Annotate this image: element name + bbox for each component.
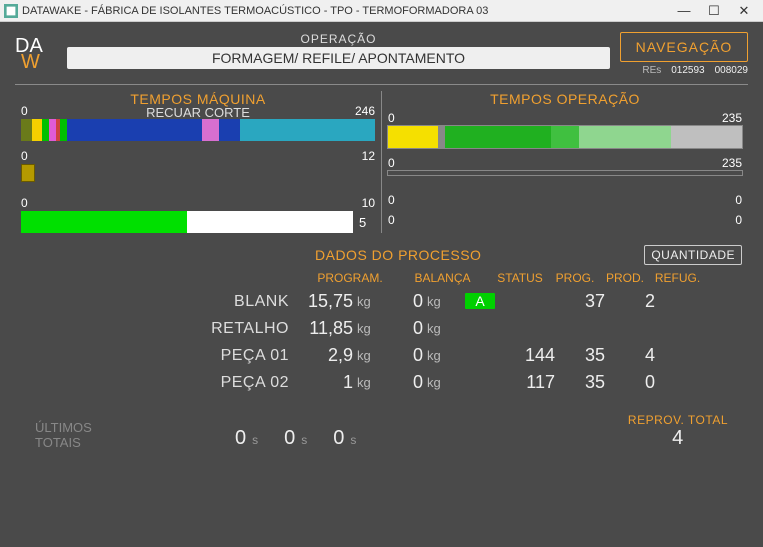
machine-bar-1 — [21, 119, 375, 141]
row-label: PEÇA 01 — [35, 347, 305, 365]
timer-3: 0 — [333, 427, 344, 450]
bar2-max: 12 — [362, 149, 375, 163]
process-columns: PROGRAM. BALANÇA STATUS PROG. PROD. REFU… — [35, 271, 748, 285]
row-program: 15,75 — [305, 291, 353, 312]
maximize-button[interactable]: ☐ — [699, 3, 729, 19]
app-root: DA W OPERAÇÃO FORMAGEM/ REFILE/ APONTAME… — [0, 22, 763, 547]
process-data: DADOS DO PROCESSO QUANTIDADE PROGRAM. BA… — [15, 245, 748, 393]
close-button[interactable]: ✕ — [729, 3, 759, 19]
footer-timers: 0 s 0 s 0 s — [235, 427, 628, 450]
minimize-button[interactable]: — — [669, 3, 699, 18]
op-bar1-min: 0 — [388, 111, 395, 125]
op-bar1-max: 235 — [722, 111, 742, 125]
row-program: 2,9 — [305, 345, 353, 366]
row-balance: 0 — [383, 372, 423, 393]
timer-2: 0 — [284, 427, 295, 450]
row-prod: 35 — [555, 372, 605, 393]
row-program: 11,85 — [305, 318, 353, 339]
process-row: RETALHO11,85kg0kg — [35, 318, 748, 339]
bar1-min: 0 — [21, 104, 28, 118]
op-s1-r: 0 — [735, 193, 742, 207]
bar3-max: 10 — [362, 196, 375, 210]
row-label: RETALHO — [35, 320, 305, 338]
op-bar2-max: 235 — [722, 156, 742, 170]
op-s2-l: 0 — [388, 213, 395, 227]
res-value-2: 008029 — [715, 65, 748, 76]
machine-bar-3: 5 — [21, 211, 375, 233]
row-refug: 4 — [605, 345, 655, 366]
operation-times-title: TEMPOS OPERAÇÃO — [388, 91, 742, 107]
operation-times-panel: TEMPOS OPERAÇÃO 0 235 0 235 0 0 — [382, 91, 748, 233]
process-row: BLANK15,75kg0kgA372 — [35, 291, 748, 312]
col-prog: PROG. — [550, 271, 600, 285]
machine-times-panel: TEMPOS MÁQUINA RECUAR CORTE 0 246 0 — [15, 91, 382, 233]
unit-kg: kg — [423, 294, 455, 309]
col-program: PROGRAM. — [305, 271, 395, 285]
row-balance: 0 — [383, 291, 423, 312]
row-refug: 2 — [605, 291, 655, 312]
unit-kg: kg — [353, 294, 383, 309]
res-value-1: 012593 — [671, 65, 704, 76]
unit-kg: kg — [423, 348, 455, 363]
row-status: A — [455, 293, 505, 311]
row-prog: 117 — [505, 372, 555, 393]
app-icon — [4, 4, 18, 18]
row-prog: 144 — [505, 345, 555, 366]
col-status: STATUS — [490, 271, 550, 285]
unit-kg: kg — [423, 321, 455, 336]
process-row: PEÇA 021kg0kg117350 — [35, 372, 748, 393]
bar3-min: 0 — [21, 196, 28, 210]
unit-kg: kg — [353, 375, 383, 390]
row-label: BLANK — [35, 293, 305, 311]
window-title: DATAWAKE - FÁBRICA DE ISOLANTES TERMOACÚ… — [22, 5, 669, 17]
footer-left-label: ÚLTIMOS TOTAIS — [35, 421, 235, 450]
op-bar2-min: 0 — [388, 156, 395, 170]
row-balance: 0 — [383, 345, 423, 366]
bar2-min: 0 — [21, 149, 28, 163]
timer-1: 0 — [235, 427, 246, 450]
quantity-button[interactable]: QUANTIDADE — [644, 245, 742, 265]
op-s2-r: 0 — [735, 213, 742, 227]
col-balanca: BALANÇA — [395, 271, 490, 285]
row-refug: 0 — [605, 372, 655, 393]
logo: DA W — [15, 32, 57, 72]
row-program: 1 — [305, 372, 353, 393]
process-row: PEÇA 012,9kg0kg144354 — [35, 345, 748, 366]
operation-field[interactable]: FORMAGEM/ REFILE/ APONTAMENTO — [67, 47, 610, 69]
charts: TEMPOS MÁQUINA RECUAR CORTE 0 246 0 — [15, 91, 748, 233]
res-indicator: REs 012593 008029 — [620, 65, 748, 76]
unit-kg: kg — [423, 375, 455, 390]
window-titlebar: DATAWAKE - FÁBRICA DE ISOLANTES TERMOACÚ… — [0, 0, 763, 22]
navigation-button[interactable]: NAVEGAÇÃO — [620, 32, 748, 62]
divider — [15, 84, 748, 85]
row-prod: 37 — [555, 291, 605, 312]
header: DA W OPERAÇÃO FORMAGEM/ REFILE/ APONTAME… — [15, 32, 748, 76]
res-label: REs — [642, 65, 661, 76]
row-label: PEÇA 02 — [35, 374, 305, 392]
op-s1-l: 0 — [388, 193, 395, 207]
svg-text:W: W — [21, 51, 40, 72]
operation-bar-1 — [388, 126, 742, 148]
operation-box: OPERAÇÃO FORMAGEM/ REFILE/ APONTAMENTO — [67, 32, 610, 69]
unit-kg: kg — [353, 321, 383, 336]
footer: ÚLTIMOS TOTAIS 0 s 0 s 0 s REPROV. TOTAL… — [15, 413, 748, 450]
col-refug: REFUG. — [650, 271, 705, 285]
machine-bar-2 — [21, 164, 375, 182]
unit-kg: kg — [353, 348, 383, 363]
col-prod: PROD. — [600, 271, 650, 285]
status-badge: A — [465, 293, 494, 309]
process-title: DADOS DO PROCESSO — [315, 247, 644, 263]
footer-reprov: REPROV. TOTAL 4 — [628, 413, 748, 450]
operation-bar-2 — [388, 171, 742, 175]
row-balance: 0 — [383, 318, 423, 339]
bar3-value: 5 — [359, 215, 375, 230]
row-prod: 35 — [555, 345, 605, 366]
bar1-max: 246 — [355, 104, 375, 118]
operation-label: OPERAÇÃO — [67, 32, 610, 46]
